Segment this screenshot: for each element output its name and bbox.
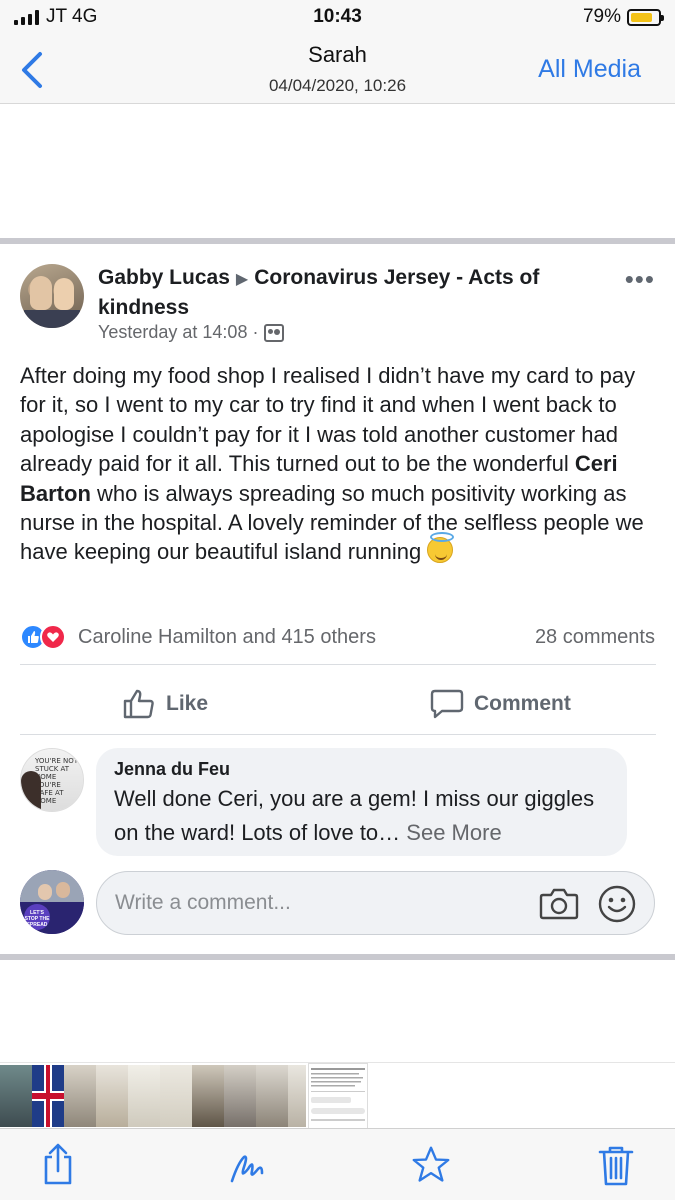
battery-percent: 79% [582, 6, 621, 27]
author-name[interactable]: Gabby Lucas [98, 266, 230, 289]
bottom-toolbar [0, 1128, 675, 1200]
post-body: After doing my food shop I realised I di… [20, 361, 660, 567]
commenter-avatar[interactable]: YOU'RE NOT STUCK AT HOME YOU'RE SAFE AT … [20, 748, 84, 812]
reactions-summary[interactable]: Caroline Hamilton and 415 others [78, 626, 376, 649]
thumbnail[interactable] [96, 1065, 128, 1127]
post-top-border [0, 238, 675, 244]
thumbnail[interactable] [192, 1065, 224, 1127]
love-reaction-icon [40, 624, 66, 650]
write-comment-input[interactable]: Write a comment... [96, 871, 655, 935]
viewer-avatar: LET'S STOP THE SPREAD [20, 870, 84, 934]
thumbnail[interactable] [0, 1065, 32, 1127]
post-bottom-border [0, 954, 675, 960]
author-avatar[interactable] [20, 264, 84, 328]
share-icon[interactable] [38, 1143, 78, 1187]
post-timestamp: Yesterday at 14:08 · [98, 322, 285, 343]
all-media-button[interactable]: All Media [538, 55, 641, 84]
trash-icon[interactable] [596, 1143, 636, 1187]
comment-bubble: Jenna du Feu Well done Ceri, you are a g… [96, 748, 627, 856]
status-time: 10:43 [313, 6, 362, 27]
arrow-icon: ▶ [235, 271, 249, 288]
post-text-part1: After doing my food shop I realised I di… [20, 363, 636, 477]
status-bar: JT 4G 10:43 79% [0, 0, 675, 36]
commenter-name[interactable]: Jenna du Feu [114, 759, 230, 780]
more-options-icon[interactable]: ••• [625, 266, 655, 292]
comments-count[interactable]: 28 comments [535, 626, 655, 649]
post-header: Gabby Lucas ▶ Coronavirus Jersey - Acts of… [98, 264, 598, 322]
speech-bubble-icon [430, 689, 464, 719]
smiling-face-with-halo-icon [427, 532, 455, 564]
thumbnail[interactable] [288, 1065, 306, 1127]
comment-label: Comment [474, 692, 571, 715]
reaction-icons[interactable] [20, 624, 66, 650]
like-label: Like [166, 692, 209, 715]
see-more-link[interactable]: See More [406, 820, 501, 845]
thumbnail[interactable] [224, 1065, 256, 1127]
media-thumbnail-strip[interactable] [0, 1062, 675, 1129]
post-time-text[interactable]: Yesterday at 14:08 · [98, 322, 258, 343]
camera-icon[interactable] [539, 886, 579, 920]
thumbnail[interactable] [64, 1065, 96, 1127]
thumbnail[interactable] [128, 1065, 160, 1127]
selected-thumbnail[interactable] [308, 1063, 368, 1129]
markup-icon[interactable] [228, 1143, 268, 1187]
post-text-part2: who is always spreading so much positivi… [20, 480, 644, 565]
thumbnail[interactable] [32, 1065, 64, 1127]
star-icon[interactable] [411, 1143, 451, 1187]
battery-icon [627, 9, 664, 26]
comment-button[interactable]: Comment [430, 684, 571, 724]
smiley-icon[interactable] [598, 885, 636, 923]
thumbnail[interactable] [256, 1065, 288, 1127]
divider [20, 664, 656, 665]
group-audience-icon [264, 323, 285, 342]
comment-body: Well done Ceri, you are a gem! I miss ou… [114, 786, 595, 845]
divider [20, 734, 656, 735]
comment-text: Well done Ceri, you are a gem! I miss ou… [114, 782, 614, 850]
comment-placeholder: Write a comment... [115, 891, 291, 914]
top-bar: JT 4G 10:43 79% Sarah 04/04/2020, 10:26 … [0, 0, 675, 104]
thumbs-up-icon [123, 689, 154, 719]
like-button[interactable]: Like [122, 684, 208, 724]
thumbnail[interactable] [160, 1065, 192, 1127]
